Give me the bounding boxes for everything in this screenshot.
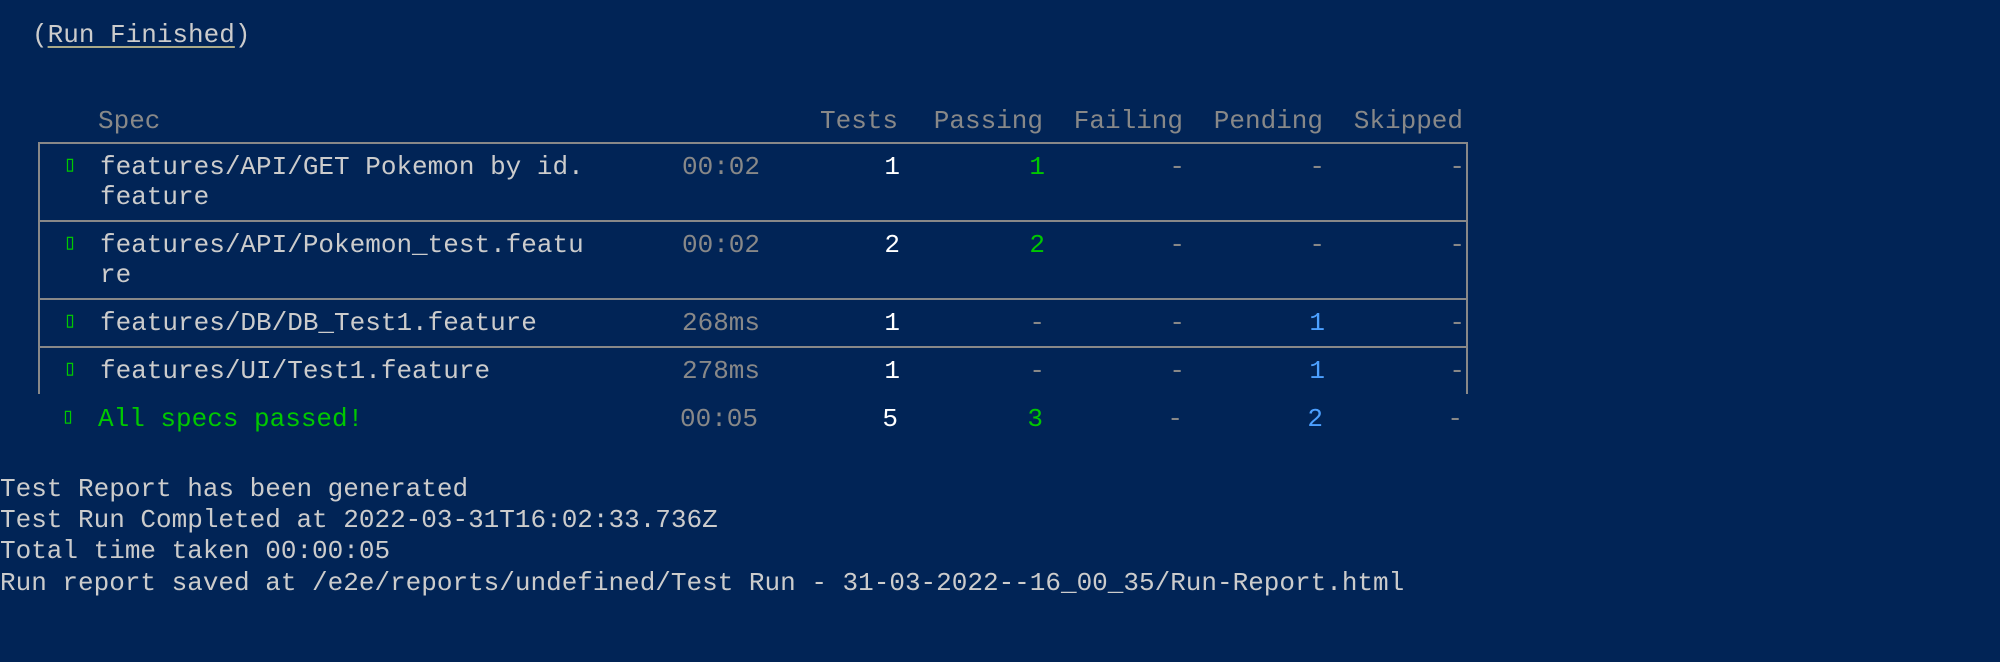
results-table: Spec Tests Passing Failing Pending Skipp… — [38, 100, 1468, 444]
passing-count: 1 — [900, 152, 1045, 182]
header-failing: Failing — [1043, 106, 1183, 136]
pending-count: 1 — [1185, 308, 1325, 338]
footer-log: Test Report has been generated Test Run … — [0, 474, 2000, 599]
log-line: Total time taken 00:00:05 — [0, 536, 2000, 567]
check-icon: ▯ — [40, 152, 100, 178]
failing-count: - — [1045, 356, 1185, 386]
summary-row: ▯ All specs passed! 00:05 5 3 - 2 - — [38, 394, 1468, 444]
tests-count: 2 — [760, 230, 900, 260]
header-icon-col — [38, 106, 98, 136]
run-finished-status: (Run Finished) — [0, 20, 2000, 50]
paren-open: ( — [32, 20, 48, 50]
paren-close: ) — [235, 20, 251, 50]
check-icon: ▯ — [40, 356, 100, 382]
failing-count: - — [1045, 230, 1185, 260]
summary-skipped: - — [1323, 404, 1463, 434]
table-row: ▯ features/UI/Test1.feature 278ms 1 - - … — [38, 346, 1468, 394]
check-icon: ▯ — [40, 230, 100, 256]
spec-time: 00:02 — [595, 152, 760, 182]
table-header-row: Spec Tests Passing Failing Pending Skipp… — [38, 100, 1468, 142]
log-line: Test Run Completed at 2022-03-31T16:02:3… — [0, 505, 2000, 536]
header-spec: Spec — [98, 106, 593, 136]
summary-tests: 5 — [758, 404, 898, 434]
header-skipped: Skipped — [1323, 106, 1463, 136]
tests-count: 1 — [760, 152, 900, 182]
summary-failing: - — [1043, 404, 1183, 434]
pending-count: 1 — [1185, 356, 1325, 386]
header-pending: Pending — [1183, 106, 1323, 136]
spec-time: 00:02 — [595, 230, 760, 260]
summary-time: 00:05 — [593, 404, 758, 434]
log-line: Test Report has been generated — [0, 474, 2000, 505]
passing-count: - — [900, 308, 1045, 338]
header-tests: Tests — [758, 106, 898, 136]
summary-passing: 3 — [898, 404, 1043, 434]
spec-name: features/API/GET Pokemon by id.feature — [100, 152, 595, 212]
summary-pending: 2 — [1183, 404, 1323, 434]
log-line: Run report saved at /e2e/reports/undefin… — [0, 568, 2000, 599]
spec-time: 278ms — [595, 356, 760, 386]
table-row: ▯ features/API/Pokemon_test.feature 00:0… — [38, 220, 1468, 298]
failing-count: - — [1045, 152, 1185, 182]
spec-name: features/UI/Test1.feature — [100, 356, 595, 386]
pending-count: - — [1185, 152, 1325, 182]
summary-text: All specs passed! — [98, 404, 593, 434]
skipped-count: - — [1325, 230, 1465, 260]
skipped-count: - — [1325, 308, 1465, 338]
failing-count: - — [1045, 308, 1185, 338]
tests-count: 1 — [760, 356, 900, 386]
spec-name: features/API/Pokemon_test.feature — [100, 230, 595, 290]
tests-count: 1 — [760, 308, 900, 338]
header-passing: Passing — [898, 106, 1043, 136]
skipped-count: - — [1325, 356, 1465, 386]
spec-name: features/DB/DB_Test1.feature — [100, 308, 595, 338]
pending-count: - — [1185, 230, 1325, 260]
passing-count: - — [900, 356, 1045, 386]
skipped-count: - — [1325, 152, 1465, 182]
table-row: ▯ features/API/GET Pokemon by id.feature… — [38, 142, 1468, 220]
table-row: ▯ features/DB/DB_Test1.feature 268ms 1 -… — [38, 298, 1468, 346]
run-finished-text: Run Finished — [48, 20, 235, 50]
check-icon: ▯ — [40, 308, 100, 334]
passing-count: 2 — [900, 230, 1045, 260]
check-icon: ▯ — [38, 404, 98, 434]
header-time — [593, 106, 758, 136]
spec-time: 268ms — [595, 308, 760, 338]
